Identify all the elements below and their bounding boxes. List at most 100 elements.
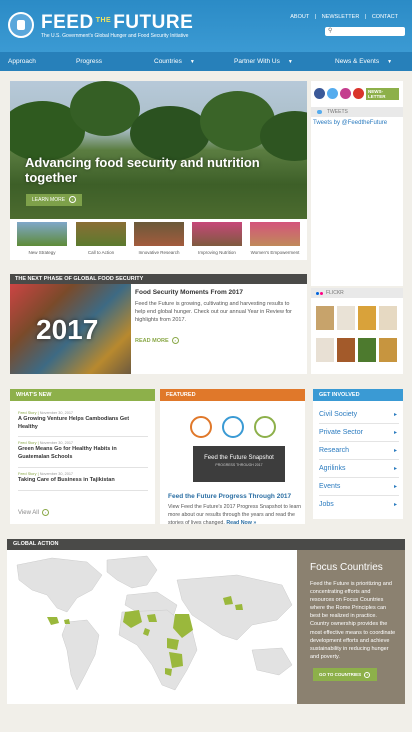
item-title[interactable]: Green Means Go for Healthy Habits in Gua… — [18, 446, 148, 461]
list-item[interactable]: Feed Story | November 30, 2017 Green Mea… — [18, 440, 148, 461]
featured-card: FEATURED Feed the Future Snapshot PROGRE… — [160, 389, 305, 526]
thumb-label[interactable]: Improving Nutrition — [188, 250, 246, 255]
view-all-link[interactable]: View All › — [18, 509, 49, 516]
focus-country-honduras[interactable] — [64, 619, 70, 624]
snapshot-title: Feed the Future Snapshot — [204, 455, 274, 461]
flickr-gallery — [311, 298, 403, 374]
flickr-photo[interactable] — [337, 338, 355, 362]
site-logo[interactable]: FEED THE FUTURE — [41, 12, 193, 34]
link-divider: | — [314, 14, 317, 20]
read-now-link[interactable]: Read Now » — [226, 520, 256, 526]
site-tagline: The U.S. Government's Global Hunger and … — [41, 33, 189, 39]
get-involved-events[interactable]: Events ▸ — [319, 478, 399, 496]
flickr-photo[interactable] — [337, 306, 355, 330]
search-input[interactable]: ⚲ — [325, 27, 405, 36]
flickr-photo[interactable] — [379, 306, 397, 330]
logo-the: THE — [95, 17, 112, 24]
thumb-label[interactable]: Women's Empowerment — [246, 250, 304, 255]
go-to-countries-button[interactable]: GO TO COUNTRIES › — [313, 668, 377, 681]
thumb-innovative-research-image[interactable] — [134, 222, 184, 246]
divider — [18, 467, 148, 468]
focus-country-bangladesh[interactable] — [235, 604, 243, 610]
divider — [18, 490, 148, 491]
newsletter-link[interactable]: NEWSLETTER — [322, 14, 360, 20]
chevron-right-icon: ▸ — [393, 448, 397, 454]
world-map[interactable] — [7, 550, 297, 704]
flickr-photo[interactable] — [316, 338, 334, 362]
get-involved-private-sector[interactable]: Private Sector ▸ — [319, 424, 399, 442]
flickr-photo[interactable] — [358, 338, 376, 362]
about-link[interactable]: ABOUT — [290, 14, 309, 20]
search-icon[interactable]: ⚲ — [328, 28, 332, 35]
learn-more-button[interactable]: LEARN MORE › — [26, 194, 82, 206]
item-title[interactable]: A Growing Venture Helps Cambodians Get H… — [18, 416, 148, 431]
world-map-svg — [16, 555, 293, 691]
featured-title[interactable]: Feed the Future Progress Through 2017 — [168, 493, 291, 500]
thumb-improving-nutrition-image[interactable] — [192, 222, 242, 246]
year-in-review-image[interactable]: 2017 — [10, 284, 131, 374]
north-america-shape — [16, 557, 103, 613]
snapshot-banner[interactable]: Feed the Future Snapshot PROGRESS THROUG… — [193, 446, 285, 482]
next-phase-heading: THE NEXT PHASE OF GLOBAL FOOD SECURITY — [10, 274, 307, 284]
flickr-photo[interactable] — [379, 338, 397, 362]
chevron-down-icon: ▼ — [387, 59, 393, 65]
tweets-link[interactable]: Tweets by @FeedtheFuture — [313, 120, 387, 126]
contact-link[interactable]: CONTACT — [372, 14, 398, 20]
get-involved-jobs[interactable]: Jobs ▸ — [319, 496, 399, 514]
focus-countries-title: Focus Countries — [310, 562, 383, 573]
read-more-link[interactable]: READ MORE › — [135, 337, 179, 344]
twitter-icon[interactable] — [327, 88, 338, 99]
list-item[interactable]: Feed Story | November 30, 2017 Taking Ca… — [18, 471, 148, 485]
focus-countries-body: Feed the Future is prioritizing and conc… — [310, 581, 396, 660]
item-label: Events — [319, 483, 341, 490]
nav-news[interactable]: News & Events ▼ — [335, 58, 392, 65]
divider — [18, 436, 148, 437]
link-divider: | — [364, 14, 367, 20]
year-label: 2017 — [36, 314, 99, 345]
nav-partner[interactable]: Partner With Us ▼ — [234, 58, 293, 65]
get-involved-heading: GET INVOLVED — [313, 389, 403, 401]
go-to-countries-label: GO TO COUNTRIES — [319, 672, 362, 677]
thumb-new-strategy-image[interactable] — [17, 222, 67, 246]
focus-country-guatemala[interactable] — [47, 617, 59, 625]
chevron-right-icon: ▸ — [393, 430, 397, 436]
focus-country-kenya[interactable] — [167, 638, 179, 650]
list-item[interactable]: Feed Story | November 30, 2017 A Growing… — [18, 410, 148, 431]
hero-title: Advancing food security and nutrition to… — [25, 155, 260, 185]
thumb-label[interactable]: Call to Action — [72, 250, 130, 255]
nav-approach[interactable]: Approach — [8, 58, 36, 65]
whats-new-heading: WHAT'S NEW — [10, 389, 155, 401]
read-more-label: READ MORE — [135, 337, 169, 344]
thumb-label[interactable]: Innovative Research — [130, 250, 188, 255]
item-title[interactable]: Taking Care of Business in Tajikistan — [18, 477, 148, 485]
thumb-call-to-action-image[interactable] — [76, 222, 126, 246]
facebook-icon[interactable] — [314, 88, 325, 99]
item-date: November 30, 2017 — [39, 441, 74, 445]
snapshot-subtitle: PROGRESS THROUGH 2017 — [215, 463, 263, 467]
get-involved-research[interactable]: Research ▸ — [319, 442, 399, 460]
get-involved-agrilinks[interactable]: Agrilinks ▸ — [319, 460, 399, 478]
flickr-photo[interactable] — [316, 306, 334, 330]
whats-new-card: WHAT'S NEW Feed Story | November 30, 201… — [10, 389, 155, 524]
youtube-icon[interactable] — [353, 88, 364, 99]
nav-countries[interactable]: Countries ▼ — [154, 58, 195, 65]
next-phase-title[interactable]: Food Security Moments From 2017 — [135, 289, 243, 296]
item-type: Feed Story — [18, 472, 37, 476]
flickr-dot-icon — [320, 292, 323, 295]
thumb-label[interactable]: New Strategy — [13, 250, 71, 255]
newsletter-button[interactable]: NEWS- LETTER — [366, 88, 399, 100]
flickr-photo[interactable] — [358, 306, 376, 330]
chevron-right-icon: ▸ — [393, 466, 397, 472]
logo-future: FUTURE — [113, 12, 194, 33]
get-involved-civil-society[interactable]: Civil Society ▸ — [319, 406, 399, 424]
flickr-icon[interactable] — [340, 88, 351, 99]
tweets-header: TWEETS — [311, 107, 403, 117]
us-seal-icon — [8, 12, 34, 38]
nav-partner-label: Partner With Us — [234, 58, 280, 65]
item-label: Private Sector — [319, 429, 363, 436]
asia-shape — [176, 574, 293, 641]
arrow-right-icon: › — [171, 337, 179, 344]
thumb-womens-empowerment-image[interactable] — [250, 222, 300, 246]
sun-icon — [222, 416, 244, 438]
nav-progress[interactable]: Progress — [76, 58, 102, 65]
